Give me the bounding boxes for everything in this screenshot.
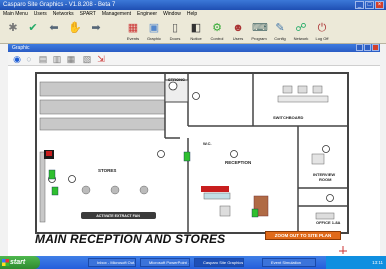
floor-plan: STRONG W.C. SWITCHBOARD STORES RECEPTION… <box>35 72 349 254</box>
logoff-label: Log Off <box>315 36 329 41</box>
control-button[interactable]: ⚙ Control <box>210 21 224 41</box>
menu-bar: Main Menu Users Networks SPART Managemen… <box>0 10 386 18</box>
graphic-minimize-button[interactable] <box>356 44 363 51</box>
users-button[interactable]: ☻ Users <box>231 21 245 41</box>
minimize-button[interactable]: _ <box>355 1 364 9</box>
events-button[interactable]: ▦ Events <box>126 21 140 41</box>
graphic-close-button[interactable] <box>372 44 379 51</box>
forward-arrow-icon[interactable]: ➡ <box>89 21 103 35</box>
notice-button[interactable]: ◧ Notice <box>189 21 203 41</box>
menu-engineer[interactable]: Engineer <box>137 10 157 18</box>
graphic-window-title-bar: Graphic <box>8 44 380 52</box>
star-icon[interactable]: ✱ <box>6 21 20 35</box>
zoom-out-site-plan-button[interactable]: ZOOM OUT TO SITE PLAN <box>265 231 341 240</box>
stores-chairs <box>81 185 149 195</box>
alarm-panels <box>44 150 229 192</box>
taskbar-powerpoint[interactable]: Microsoft PowerPoint ... <box>140 258 190 267</box>
menu-spart[interactable]: SPART <box>80 10 96 18</box>
graphic-maximize-button[interactable] <box>364 44 371 51</box>
app-title-bar: Casparo Site Graphics - V1.8.208 - Beta … <box>0 0 386 10</box>
clock: 13:11 <box>372 260 383 265</box>
graphic-toolbar: ◉ ○ ▤ ▥ ▦ ▧ ⇲ <box>8 52 380 66</box>
stores-label: STORES <box>98 168 116 173</box>
interview-room-label: ROOM <box>319 177 332 182</box>
menu-window[interactable]: Window <box>163 10 181 18</box>
program-button[interactable]: ⌨ Program <box>251 21 268 41</box>
taskbar-site-graphics[interactable]: Casparo Site Graphics ... <box>194 258 244 267</box>
forward-circle-icon[interactable]: ○ <box>24 54 34 64</box>
logoff-button[interactable]: ⏻ Log Off <box>315 21 329 41</box>
maximize-button[interactable]: □ <box>365 1 374 9</box>
reception-label: RECEPTION <box>225 160 251 165</box>
switchboard-label: SWITCHBOARD <box>273 115 304 120</box>
office-label: OFFICE 1-8A <box>316 220 341 225</box>
wc-label: W.C. <box>203 141 212 146</box>
activate-extract-fan-button[interactable]: ACTIVATE EXTRACT FAN <box>81 212 156 219</box>
taskbar-event-simulation[interactable]: Event Simulation <box>262 258 316 267</box>
zoom-out-icon[interactable]: ▦ <box>66 54 76 64</box>
menu-help[interactable]: Help <box>187 10 197 18</box>
storage-racks <box>39 81 166 223</box>
config-button[interactable]: ✎ Config <box>273 21 287 41</box>
zoom-fit-icon[interactable]: ▤ <box>38 54 48 64</box>
checkmark-icon[interactable]: ✔ <box>26 21 40 35</box>
close-button[interactable]: × <box>375 1 384 9</box>
windows-logo-icon <box>2 259 9 266</box>
doors-button[interactable]: ▯ Doors <box>168 21 182 41</box>
hand-icon[interactable]: ✋ <box>68 21 82 35</box>
menu-users[interactable]: Users <box>34 10 47 18</box>
plan-title: MAIN RECEPTION AND STORES <box>35 232 226 246</box>
strong-room-label: STRONG <box>168 77 185 82</box>
switchboard-desks <box>277 85 329 103</box>
start-button[interactable]: start <box>0 256 40 269</box>
taskbar-inbox[interactable]: Inbox - Microsoft Out... <box>88 258 136 267</box>
menu-networks[interactable]: Networks <box>53 10 74 18</box>
zoom-in-icon[interactable]: ▥ <box>52 54 62 64</box>
menu-main[interactable]: Main Menu <box>3 10 28 18</box>
network-button[interactable]: ☍ Network <box>294 21 309 41</box>
activate-extract-fan-label: ACTIVATE EXTRACT FAN <box>96 214 140 218</box>
exit-icon[interactable]: ⇲ <box>96 54 106 64</box>
start-label: start <box>10 259 26 266</box>
print-icon[interactable]: ▧ <box>82 54 92 64</box>
graphic-button[interactable]: ▣ Graphic <box>147 21 161 41</box>
app-title: Casparo Site Graphics - V1.8.208 - Beta … <box>3 2 116 8</box>
system-tray: 13:11 <box>326 256 386 269</box>
main-toolbar: ✱ ✔ ⬅ ✋ ➡ ▦ Events ▣ Graphic ▯ Doors ◧ Notic… <box>0 18 386 44</box>
taskbar: start Inbox - Microsoft Out... Microsoft… <box>0 256 386 269</box>
graphic-window-title: Graphic <box>12 45 30 51</box>
reception-desk <box>203 192 231 200</box>
menu-management[interactable]: Management <box>102 10 131 18</box>
interview-table <box>311 153 325 165</box>
back-arrow-icon[interactable]: ⬅ <box>47 21 61 35</box>
floor-plan-canvas: STRONG W.C. SWITCHBOARD STORES RECEPTION… <box>8 66 380 256</box>
back-circle-icon[interactable]: ◉ <box>12 54 22 64</box>
